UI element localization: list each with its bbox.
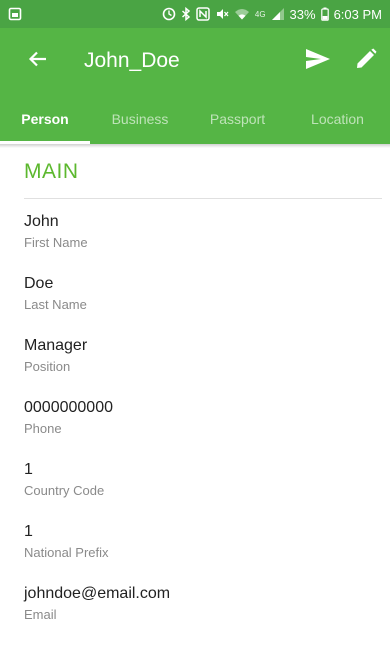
last-name-label: Last Name [24, 297, 87, 312]
position-value: Manager [24, 337, 88, 354]
country-code-label: Country Code [24, 483, 105, 498]
position-label: Position [24, 359, 71, 374]
send-button[interactable] [294, 37, 342, 85]
email-label: Email [24, 607, 57, 622]
bluetooth-icon [181, 7, 191, 21]
send-icon [305, 48, 331, 75]
battery-icon [320, 7, 329, 21]
phone-label: Phone [24, 421, 62, 436]
national-prefix-value: 1 [24, 523, 33, 540]
national-prefix-label: National Prefix [24, 545, 109, 560]
back-arrow-icon [28, 49, 48, 74]
sync-icon [162, 7, 176, 21]
field-list: John First Name Doe Last Name Manager Po… [24, 212, 364, 646]
phone-value: 0000000000 [24, 399, 113, 416]
app-bar: John_Doe [0, 28, 390, 94]
email-value: johndoe@email.com [24, 585, 171, 602]
edit-icon [355, 48, 377, 75]
signal-icon [271, 7, 285, 21]
battery-percent: 33% [289, 6, 316, 22]
tab-business[interactable]: Business [90, 94, 190, 144]
section-title: MAIN [24, 160, 79, 183]
tab-passport[interactable]: Passport [190, 94, 285, 144]
position-field[interactable]: Manager Position [24, 336, 364, 398]
tab-bar-shadow [0, 144, 390, 148]
tab-person[interactable]: Person [0, 94, 90, 144]
nfc-icon [196, 7, 210, 21]
page-title: John_Doe [84, 49, 180, 72]
national-prefix-field[interactable]: 1 National Prefix [24, 522, 364, 584]
email-field[interactable]: johndoe@email.com Email [24, 584, 364, 646]
tab-location[interactable]: Location [285, 94, 390, 144]
phone-field[interactable]: 0000000000 Phone [24, 398, 364, 460]
tab-bar: Person Business Passport Location [0, 94, 390, 144]
back-button[interactable] [10, 33, 66, 89]
country-code-field[interactable]: 1 Country Code [24, 460, 364, 522]
status-time: 6:03 PM [333, 6, 382, 22]
edit-button[interactable] [342, 37, 390, 85]
mute-icon [215, 7, 229, 21]
last-name-value: Doe [24, 275, 54, 292]
first-name-field[interactable]: John First Name [24, 212, 364, 274]
wifi-icon [234, 7, 250, 21]
screenshot-icon [8, 7, 22, 21]
first-name-label: First Name [24, 235, 88, 250]
first-name-value: John [24, 213, 59, 230]
network-label: 4G [254, 9, 266, 19]
last-name-field[interactable]: Doe Last Name [24, 274, 364, 336]
status-bar: 4G 33% 6:03 PM [0, 0, 390, 28]
country-code-value: 1 [24, 461, 33, 478]
section-divider [24, 198, 382, 199]
